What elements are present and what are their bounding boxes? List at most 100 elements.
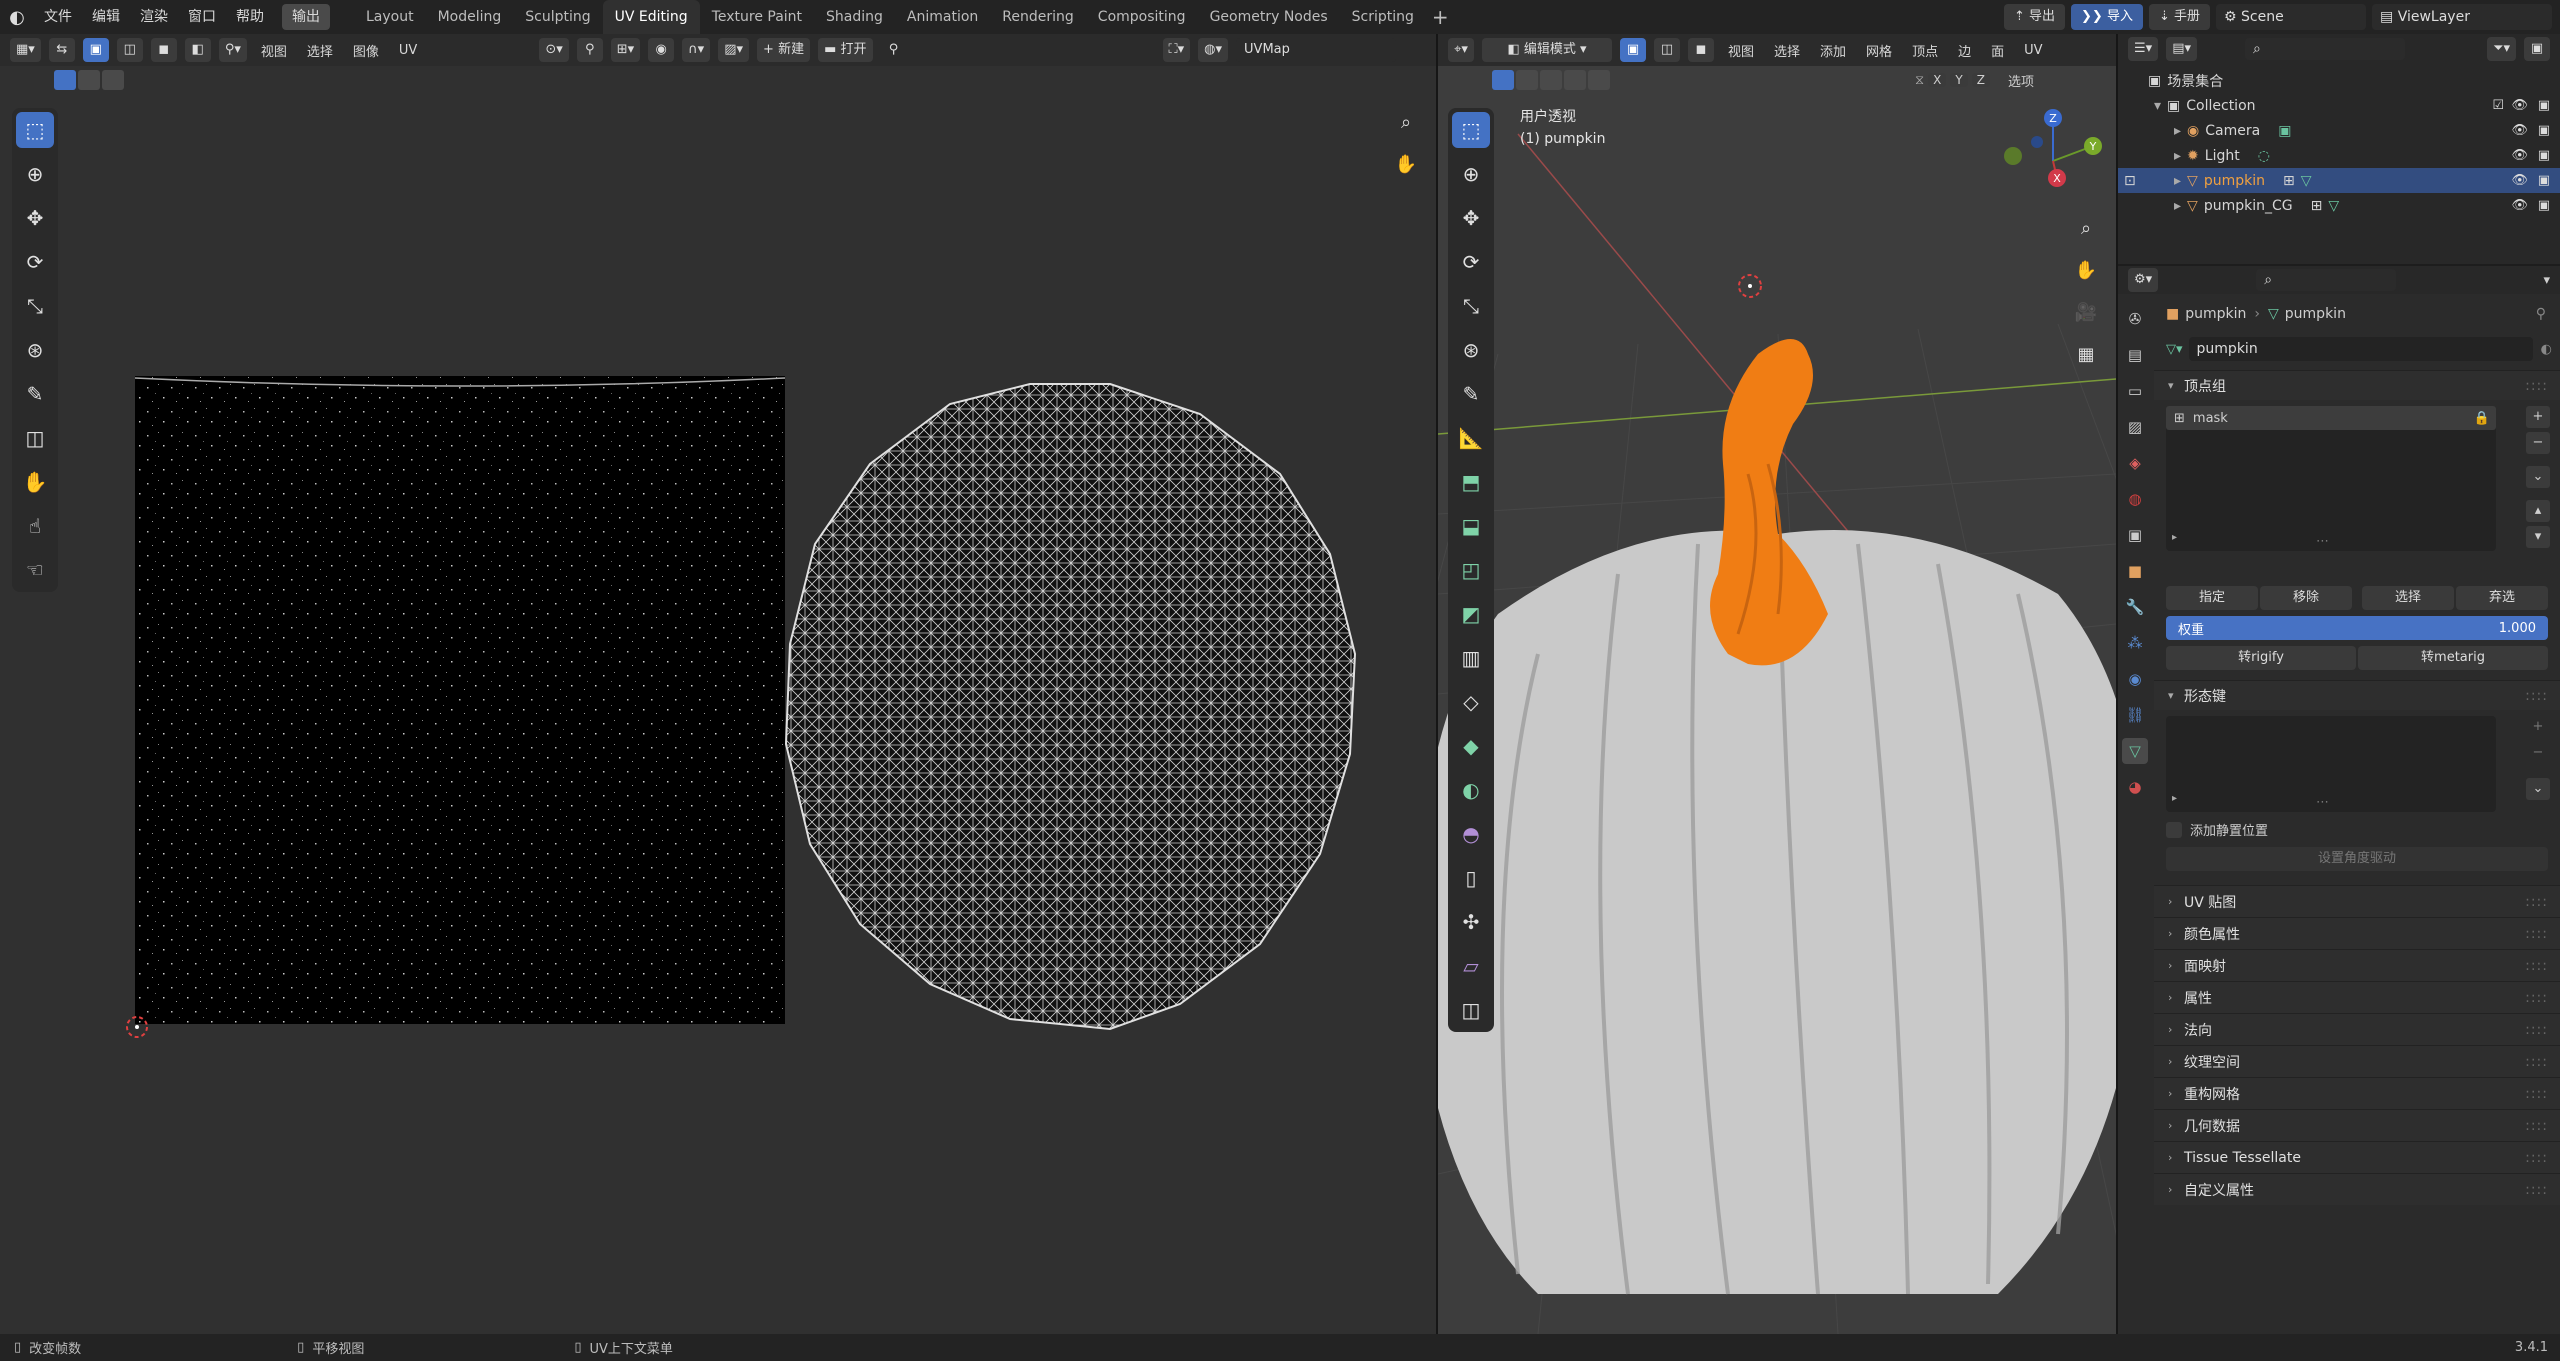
vertex-group-specials-icon[interactable]: ⌄: [2526, 466, 2550, 488]
menu-file[interactable]: 文件: [34, 4, 82, 30]
vp-move-tool-icon[interactable]: ✥: [1452, 200, 1490, 236]
menu-edit[interactable]: 编辑: [82, 4, 130, 30]
tab-scripting[interactable]: Scripting: [1340, 0, 1426, 34]
mesh-browse-icon[interactable]: ▽▾: [2166, 342, 2183, 357]
sticky-mode-icon[interactable]: ⚲▾: [218, 38, 247, 62]
panel-tissue-tessellate[interactable]: › Tissue Tessellate::::: [2154, 1141, 2560, 1173]
scene-tab-icon[interactable]: ◈: [2122, 450, 2148, 476]
collection-tab-icon[interactable]: ▣: [2122, 522, 2148, 548]
vp-select-tool-icon[interactable]: ⬚: [1452, 112, 1490, 148]
vp-menu-face[interactable]: 面: [1985, 41, 2010, 60]
vp-select-set-icon[interactable]: [1492, 70, 1514, 90]
outliner-search[interactable]: ⌕: [2245, 38, 2405, 60]
vp-rotate-tool-icon[interactable]: ⟳: [1452, 244, 1490, 280]
gizmo-neg-z-icon[interactable]: [2031, 136, 2043, 148]
mesh-data-icon[interactable]: ▽: [2301, 173, 2312, 189]
add-rest-checkbox[interactable]: [2166, 821, 2182, 838]
pumpkin-stem[interactable]: [1710, 339, 1828, 666]
edge-select-icon[interactable]: ◫: [116, 38, 143, 62]
vp-select-diff-icon[interactable]: [1564, 70, 1586, 90]
data-tab-icon[interactable]: ▽: [2122, 738, 2148, 764]
properties-editor-icon[interactable]: ⚙▾: [2128, 268, 2159, 292]
shape-keys-panel-header[interactable]: ▾ 形态键 ::::: [2154, 680, 2560, 710]
tab-rendering[interactable]: Rendering: [990, 0, 1086, 34]
drag-handle-icon[interactable]: ::::: [2525, 926, 2548, 942]
weight-slider[interactable]: 权重 1.000: [2166, 616, 2548, 640]
drag-handle-icon[interactable]: ::::: [2525, 1118, 2548, 1134]
visibility-eye-icon[interactable]: 👁: [2511, 123, 2528, 138]
move-down-icon[interactable]: ▾: [2526, 526, 2550, 548]
properties-options-icon[interactable]: ▾: [2543, 273, 2550, 288]
mode-selector[interactable]: ◧ 编辑模式 ▾: [1482, 38, 1612, 62]
list-resize-icon[interactable]: ⋯: [2316, 534, 2329, 549]
vp-select-subtract-icon[interactable]: [1540, 70, 1562, 90]
outliner-item-light[interactable]: ▸ ✹ Light ◌ 👁 ▣: [2118, 143, 2560, 168]
island-select-icon[interactable]: ◧: [184, 38, 211, 62]
remove-vertex-group-icon[interactable]: −: [2526, 432, 2550, 454]
pivot-icon[interactable]: ⊙▾: [539, 38, 569, 62]
to-rigify-button[interactable]: 转rigify: [2166, 646, 2356, 670]
new-collection-icon[interactable]: ▣: [2524, 37, 2550, 61]
vp-menu-view[interactable]: 视图: [1722, 41, 1760, 60]
physics-tab-icon[interactable]: ◉: [2122, 666, 2148, 692]
drag-handle-icon[interactable]: ::::: [2525, 688, 2548, 704]
tab-uv-editing[interactable]: UV Editing: [602, 0, 700, 34]
panel-custom-properties[interactable]: › 自定义属性::::: [2154, 1173, 2560, 1205]
face-mode-icon[interactable]: ◼: [1688, 38, 1714, 62]
manual-button[interactable]: ⇣ 手册: [2148, 4, 2210, 30]
uv-canvas[interactable]: [0, 94, 1436, 1334]
drag-handle-icon[interactable]: ::::: [2525, 990, 2548, 1006]
visibility-eye-icon[interactable]: 👁: [2511, 173, 2528, 188]
sync-selection-icon[interactable]: ⇆: [48, 38, 75, 62]
uv-menu-uv[interactable]: UV: [393, 43, 423, 58]
vp-menu-select[interactable]: 选择: [1768, 41, 1806, 60]
vp-scale-tool-icon[interactable]: ⤡: [1452, 288, 1490, 324]
exclude-checkbox-icon[interactable]: ☑: [2492, 98, 2504, 113]
render-camera-icon[interactable]: ▣: [2538, 198, 2550, 213]
snap-target-icon[interactable]: ⊞▾: [610, 38, 641, 62]
scene-selector[interactable]: ⚙ Scene: [2216, 4, 2366, 30]
shape-key-specials-icon[interactable]: ⌄: [2526, 778, 2550, 800]
camera-view-icon[interactable]: 🎥: [2070, 296, 2102, 328]
3d-viewport[interactable]: ⌖▾ ◧ 编辑模式 ▾ ▣ ◫ ◼ 视图 选择 添加 网格 顶点 边 面 UV …: [1438, 34, 2116, 1334]
render-tab-icon[interactable]: ▤: [2122, 342, 2148, 368]
vertex-mode-icon[interactable]: ▣: [1620, 38, 1646, 62]
object-tab-icon[interactable]: ■: [2122, 558, 2148, 584]
new-image-button[interactable]: + 新建: [757, 38, 811, 62]
shape-key-list[interactable]: ▸ ⋯: [2166, 716, 2496, 812]
render-camera-icon[interactable]: ▣: [2538, 173, 2550, 188]
vp-pan-icon[interactable]: ✋: [2070, 254, 2102, 286]
drag-handle-icon[interactable]: ::::: [2525, 1150, 2548, 1166]
drag-handle-icon[interactable]: ::::: [2525, 894, 2548, 910]
collection-row[interactable]: ▾ ▣ Collection ☑ 👁 ▣: [2118, 93, 2560, 118]
shrink-fatten-tool-icon[interactable]: ✣: [1452, 904, 1490, 940]
view-layer-tab-icon[interactable]: ▨: [2122, 414, 2148, 440]
uv-island-square[interactable]: [135, 376, 785, 1024]
uv-menu-image[interactable]: 图像: [347, 41, 385, 60]
output-tab-icon[interactable]: ▭: [2122, 378, 2148, 404]
axis-x-toggle[interactable]: X: [1928, 73, 1947, 87]
list-filter-icon[interactable]: ▸: [2172, 532, 2177, 543]
modifier-icon[interactable]: ⊞: [2311, 198, 2323, 214]
drag-handle-icon[interactable]: ::::: [2525, 1182, 2548, 1198]
render-camera-icon[interactable]: ▣: [2538, 123, 2550, 138]
select-mode-set-icon[interactable]: [54, 70, 76, 90]
tab-modeling[interactable]: Modeling: [426, 0, 514, 34]
menu-output[interactable]: 输出: [282, 4, 330, 30]
filter-icon[interactable]: ⏷▾: [2487, 37, 2516, 61]
menu-window[interactable]: 窗口: [178, 4, 226, 30]
panel-remesh[interactable]: › 重构网格::::: [2154, 1077, 2560, 1109]
select-mode-subtract-icon[interactable]: [102, 70, 124, 90]
set-angle-driver-button[interactable]: 设置角度驱动: [2166, 847, 2548, 871]
vp-zoom-icon[interactable]: ⌕: [2070, 212, 2102, 244]
vertex-group-item[interactable]: ⊞ mask 🔒: [2166, 406, 2496, 430]
vp-menu-mesh[interactable]: 网格: [1860, 41, 1898, 60]
blender-logo-icon[interactable]: ◐: [0, 0, 34, 34]
tab-geometry-nodes[interactable]: Geometry Nodes: [1198, 0, 1340, 34]
3d-scene[interactable]: [1438, 94, 2116, 1334]
remove-button[interactable]: 移除: [2260, 586, 2352, 610]
inset-tool-icon[interactable]: ◰: [1452, 552, 1490, 588]
edge-slide-tool-icon[interactable]: ▯: [1452, 860, 1490, 896]
vp-menu-uv[interactable]: UV: [2018, 43, 2048, 58]
image-browse-icon[interactable]: ▨▾: [718, 38, 750, 62]
